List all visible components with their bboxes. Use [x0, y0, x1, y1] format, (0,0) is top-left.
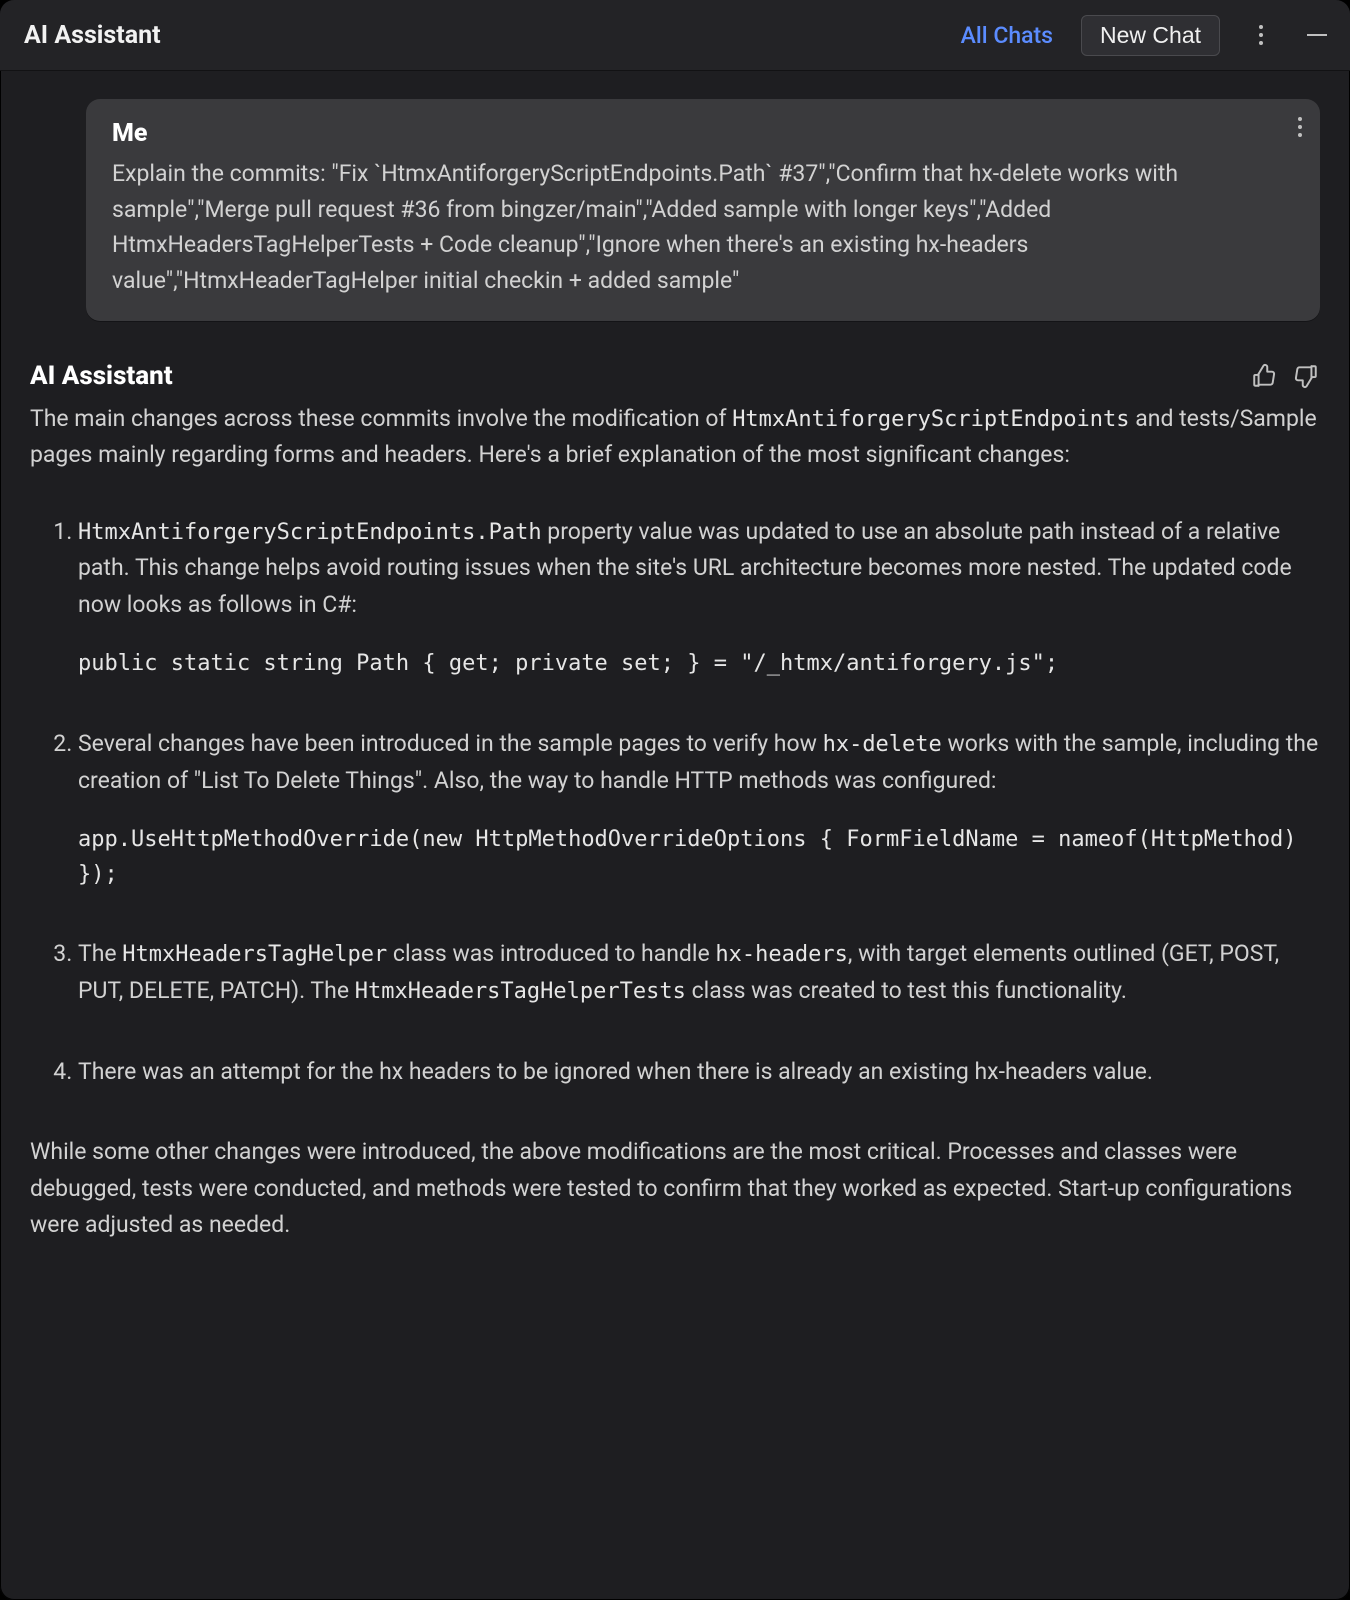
- code-block: public static string Path { get; private…: [78, 647, 1320, 682]
- inline-code: hx-delete: [823, 732, 942, 757]
- inline-code: HtmxHeadersTagHelperTests: [355, 979, 686, 1004]
- panel-header: AI Assistant All Chats New Chat: [0, 0, 1350, 71]
- kebab-icon: [1298, 117, 1302, 137]
- code-block: app.UseHttpMethodOverride(new HttpMethod…: [78, 823, 1320, 893]
- assistant-intro: The main changes across these commits in…: [30, 401, 1320, 474]
- user-message-text: Explain the commits: "Fix `HtmxAntiforge…: [112, 156, 1294, 299]
- thumbs-down-button[interactable]: [1292, 362, 1320, 390]
- inline-code: HtmxHeadersTagHelper: [122, 942, 387, 967]
- new-chat-button[interactable]: New Chat: [1081, 15, 1220, 56]
- ai-assistant-panel: AI Assistant All Chats New Chat Me Expla…: [0, 0, 1350, 1600]
- text: class was created to test this functiona…: [686, 977, 1127, 1004]
- list-item: The HtmxHeadersTagHelper class was intro…: [78, 936, 1320, 1010]
- assistant-reply-body: The main changes across these commits in…: [30, 401, 1320, 1244]
- text: The: [78, 940, 122, 967]
- user-message-bubble: Me Explain the commits: "Fix `HtmxAntifo…: [86, 99, 1320, 321]
- inline-code: hx-headers: [715, 942, 847, 967]
- text: The main changes across these commits in…: [30, 405, 732, 432]
- all-chats-link[interactable]: All Chats: [961, 22, 1053, 49]
- assistant-reply-header: AI Assistant: [30, 361, 1320, 391]
- inline-code: HtmxAntiforgeryScriptEndpoints: [732, 407, 1129, 432]
- text: class was introduced to handle: [387, 940, 715, 967]
- panel-title: AI Assistant: [24, 21, 161, 50]
- text: Several changes have been introduced in …: [78, 730, 823, 757]
- assistant-outro: While some other changes were introduced…: [30, 1134, 1320, 1243]
- thumbs-up-button[interactable]: [1250, 362, 1278, 390]
- minimize-icon: [1307, 34, 1327, 36]
- kebab-icon: [1259, 25, 1263, 45]
- chat-scroll-area[interactable]: Me Explain the commits: "Fix `HtmxAntifo…: [0, 71, 1350, 1600]
- minimize-button[interactable]: [1302, 20, 1332, 50]
- thumbs-down-icon: [1293, 363, 1319, 389]
- message-sender-label: Me: [112, 119, 1294, 148]
- assistant-ordered-list: HtmxAntiforgeryScriptEndpoints.Path prop…: [30, 514, 1320, 1091]
- more-options-button[interactable]: [1246, 20, 1276, 50]
- list-item: Several changes have been introduced in …: [78, 726, 1320, 893]
- list-item: HtmxAntiforgeryScriptEndpoints.Path prop…: [78, 514, 1320, 682]
- inline-code: HtmxAntiforgeryScriptEndpoints.Path: [78, 520, 542, 545]
- thumbs-up-icon: [1251, 363, 1277, 389]
- assistant-name-label: AI Assistant: [30, 361, 173, 391]
- message-menu-button[interactable]: [1298, 117, 1302, 137]
- text: There was an attempt for the hx headers …: [78, 1058, 1153, 1085]
- list-item: There was an attempt for the hx headers …: [78, 1054, 1320, 1090]
